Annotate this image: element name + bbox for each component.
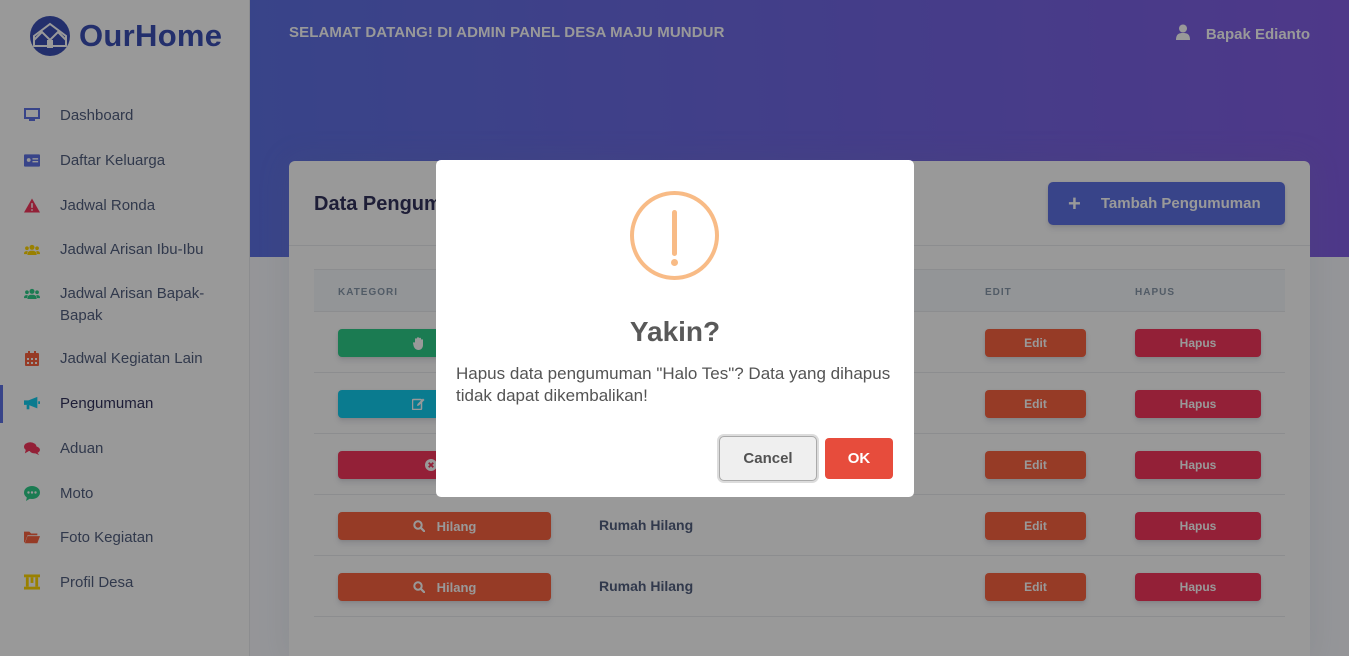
dialog-title: Yakin? [629,316,721,347]
cancel-button[interactable]: Cancel [719,436,817,481]
dialog-message: Hapus data pengumuman "Halo Tes"? Data y… [456,364,891,405]
confirm-dialog: Yakin? Hapus data pengumuman "Halo Tes"?… [436,160,914,497]
ok-button[interactable]: OK [825,438,893,479]
warning-icon [630,191,719,280]
